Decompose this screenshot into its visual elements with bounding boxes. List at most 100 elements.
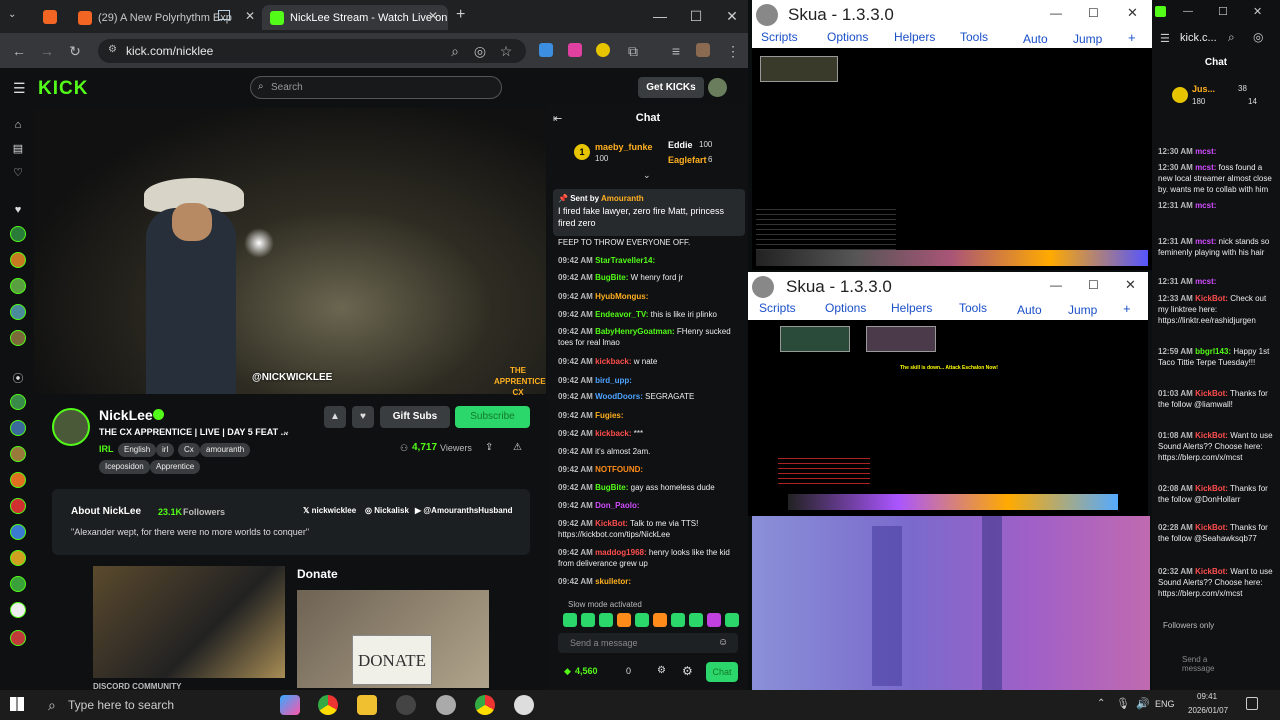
get-kicks-button[interactable]: Get KICKs [638,77,704,98]
tag-cx[interactable]: Cx [178,443,200,457]
emote-icon[interactable] [617,613,631,627]
tab-close-icon[interactable]: ✕ [245,9,255,23]
skua-menu-jump[interactable]: Jump [1073,32,1102,46]
skua-menu-options[interactable]: Options [827,30,868,44]
message-username[interactable]: mcst: [1195,201,1216,210]
message-username[interactable]: bird_upp: [595,376,632,385]
emote-icon[interactable] [599,613,613,627]
maximize-icon[interactable]: ☐ [1218,5,1228,18]
message-username[interactable]: maddog1968: [595,548,647,557]
extensions-puzzle-icon[interactable]: ⧉ [624,42,642,60]
minimize-icon[interactable]: — [1050,6,1062,20]
sidebar-channel-avatar[interactable] [10,226,26,242]
user-avatar[interactable] [708,78,727,97]
skua-menu-helpers[interactable]: Helpers [891,301,932,315]
message-username[interactable]: KickBot: [1195,294,1228,303]
category-link[interactable]: IRL [99,444,114,454]
skua-menu-scripts[interactable]: Scripts [761,30,798,44]
maximize-icon[interactable]: ☐ [686,6,706,26]
skua-add-icon[interactable]: + [1123,301,1131,316]
message-username[interactable]: Fugies: [595,411,623,420]
message-username[interactable]: WoodDoors: [595,392,643,401]
sidebar-channel-avatar[interactable] [10,472,26,488]
eye-off-icon[interactable]: ◎ [471,42,489,60]
tab-close-icon[interactable]: ✕ [428,9,438,23]
popout-menu-icon[interactable]: ☰ [1160,32,1170,45]
pinned-message[interactable]: 📌 Sent by Amouranth I fired fake lawyer,… [553,189,745,236]
popout-chat-input[interactable]: Send a message [1182,655,1228,673]
discord-panel-image[interactable] [93,566,285,678]
zoom-icon[interactable]: ⌕ [446,42,464,60]
emote-icon[interactable] [653,613,667,627]
skua-menu-helpers[interactable]: Helpers [894,30,935,44]
language-indicator[interactable]: ENG [1155,699,1175,709]
chrome-icon[interactable] [475,695,495,715]
forward-icon[interactable]: → [38,42,56,60]
channel-avatar[interactable] [52,408,90,446]
tab-search-button[interactable]: ⌄ [8,9,22,23]
reload-icon[interactable]: ↻ [66,42,84,60]
zoom-icon[interactable]: ⌕ [1228,30,1235,45]
skua-menu-options[interactable]: Options [825,301,866,315]
chevron-down-icon[interactable]: ⌄ [643,170,651,181]
emote-icon[interactable] [707,613,721,627]
chat-input[interactable]: Send a message [558,633,738,653]
skua-menu-auto[interactable]: Auto [1023,32,1048,46]
extension-icon-2[interactable] [568,43,582,57]
app-icon[interactable] [436,695,456,715]
instagram-social-link[interactable]: ◎ Nickalisk [365,506,409,515]
skua-add-icon[interactable]: + [1128,30,1136,45]
message-username[interactable]: KickBot: [595,519,628,528]
emote-icon[interactable] [563,613,577,627]
message-username[interactable]: mcst: [1195,277,1216,286]
skua-menu-jump[interactable]: Jump [1068,303,1097,317]
message-username[interactable]: KickBot: [1195,523,1228,532]
kick-logo[interactable]: KICK [38,78,88,100]
message-username[interactable]: Endeavor_TV: [595,310,648,319]
tag-english[interactable]: English [118,443,157,457]
subscribe-button[interactable]: Subscribe [455,406,530,428]
close-icon[interactable]: ✕ [1127,5,1138,21]
minimize-icon[interactable]: — [1183,6,1193,17]
chat-send-button[interactable]: Chat [706,662,738,682]
volume-icon[interactable]: 🔊 [1136,697,1150,710]
chevron-down-icon[interactable]: ⌄ [282,426,290,437]
tab-youtube[interactable]: (29) A New Polyrhythm Exp [70,5,260,30]
sidebar-channel-avatar[interactable] [10,498,26,514]
menu-kebab-icon[interactable]: ⋮ [724,42,742,60]
sidebar-channel-avatar[interactable] [10,550,26,566]
favorites-heart-icon[interactable]: ♥ [10,202,26,218]
sidebar-channel-avatar[interactable] [10,304,26,320]
message-username[interactable]: mcst: [1195,237,1216,246]
live-icon[interactable]: ⦿ [10,371,26,387]
hamburger-icon[interactable]: ☰ [13,80,26,97]
message-username[interactable]: kickback: [595,357,631,366]
tag-apprentice[interactable]: Apprentice [150,460,201,474]
report-icon[interactable]: ⚠ [513,442,522,453]
tab-kick[interactable]: NickLee Stream - Watch Live on [262,5,448,30]
app-icon[interactable] [396,695,416,715]
notifications-icon[interactable] [1246,697,1258,710]
sidebar-channel-avatar[interactable] [10,394,26,410]
emote-icon[interactable] [671,613,685,627]
message-username[interactable]: BugBite: [595,273,628,282]
extension-icon-3[interactable] [596,43,610,57]
message-username[interactable]: KickBot: [1195,431,1228,440]
search-input[interactable]: Search [250,76,502,99]
skua-menu-auto[interactable]: Auto [1017,303,1042,317]
follow-heart-button[interactable]: ♥ [352,406,374,428]
emote-icon[interactable] [581,613,595,627]
channel-name[interactable]: NickLee [99,407,153,423]
message-username[interactable]: mcst: [1195,147,1216,156]
sidebar-channel-avatar[interactable] [10,576,26,592]
new-tab-button[interactable]: + [456,6,465,24]
notification-bell-button[interactable]: ▲ [324,406,346,428]
sidebar-channel-avatar[interactable] [10,278,26,294]
clock-date[interactable]: 2026/01/07 [1188,706,1228,715]
emote-icon[interactable] [689,613,703,627]
gift-subs-button[interactable]: Gift Subs [380,406,450,428]
extension-icon-1[interactable] [539,43,553,57]
sidebar-channel-avatar[interactable] [10,602,26,618]
message-username[interactable]: StarTraveller14: [595,256,655,265]
chrome-icon[interactable] [318,695,338,715]
